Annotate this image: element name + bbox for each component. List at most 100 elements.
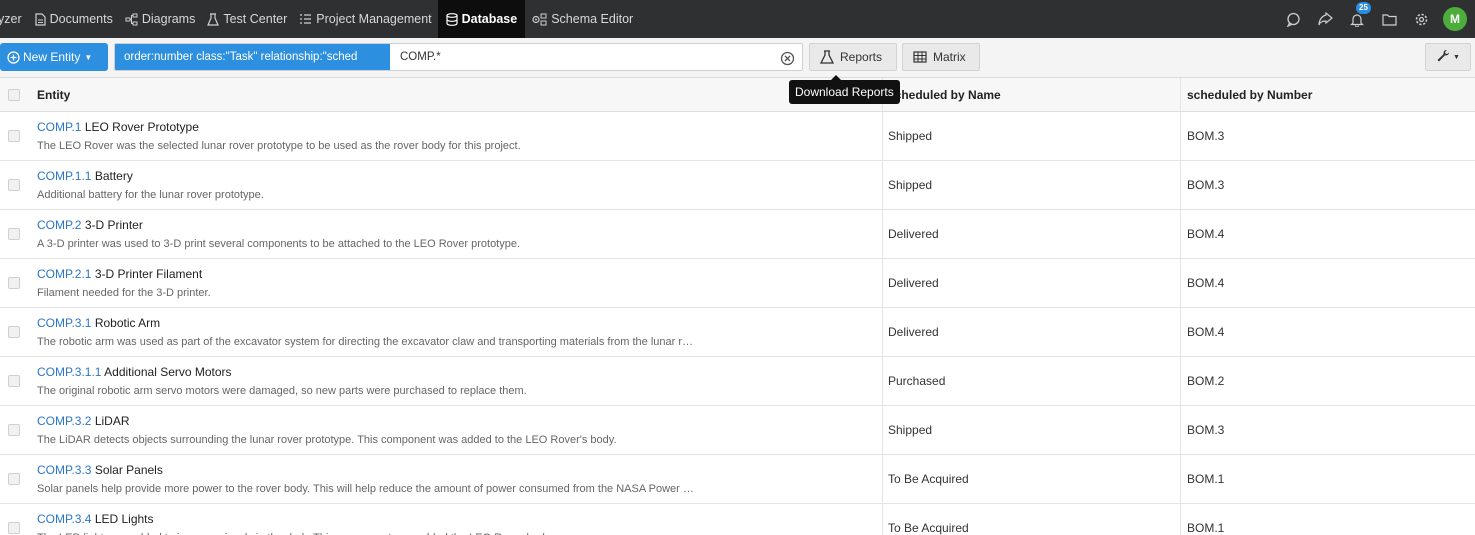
list-icon — [299, 13, 312, 25]
entity-title: COMP.1.1 Battery — [37, 169, 133, 183]
row-checkbox[interactable] — [0, 210, 28, 258]
entity-description: Filament needed for the 3-D printer. — [37, 287, 211, 299]
search-query-text: COMP.* — [400, 51, 441, 63]
entity-cell: COMP.1.1 Battery Additional battery for t… — [28, 161, 882, 209]
entity-id-link[interactable]: COMP.1 — [37, 120, 81, 134]
scheduled-by-number-cell: BOM.1 — [1180, 455, 1475, 503]
tab-schema-editor[interactable]: Schema Editor — [525, 0, 639, 38]
entity-cell: COMP.3.1.1 Additional Servo Motors The or… — [28, 357, 882, 405]
entity-id-link[interactable]: COMP.2 — [37, 218, 81, 232]
table-header: Entity scheduled by Name scheduled by Nu… — [0, 78, 1475, 112]
table-row[interactable]: COMP.3.3 Solar Panels Solar panels help p… — [0, 455, 1475, 504]
entity-title: COMP.2 3-D Printer — [37, 218, 143, 232]
entity-cell: COMP.2 3-D Printer A 3-D printer was used… — [28, 210, 882, 258]
scheduled-by-number-cell: BOM.4 — [1180, 308, 1475, 356]
entity-name: Robotic Arm — [94, 316, 161, 330]
entity-description: The original robotic arm servo motors we… — [37, 385, 527, 397]
caret-down-icon: ▼ — [1453, 53, 1460, 61]
scheduled-by-number-cell: BOM.4 — [1180, 210, 1475, 258]
table-row[interactable]: COMP.2 3-D Printer A 3-D printer was used… — [0, 210, 1475, 259]
scheduled-by-name-cell: Purchased — [882, 357, 1180, 405]
entity-id-link[interactable]: COMP.3.2 — [37, 414, 91, 428]
column-header-scheduled-by-number[interactable]: scheduled by Number — [1180, 78, 1475, 111]
row-checkbox[interactable] — [0, 308, 28, 356]
row-checkbox[interactable] — [0, 259, 28, 307]
settings-wrench-button[interactable]: ▼ — [1425, 43, 1471, 71]
matrix-button[interactable]: Matrix — [902, 43, 980, 71]
scheduled-by-name-cell: To Be Acquired — [882, 455, 1180, 503]
top-nav: yzer Documents Diagrams Test Center Proj… — [0, 0, 1475, 38]
table-row[interactable]: COMP.2.1 3-D Printer Filament Filament ne… — [0, 259, 1475, 308]
caret-down-icon: ▼ — [84, 52, 93, 62]
gear-icon[interactable] — [1405, 0, 1437, 38]
table-row[interactable]: COMP.3.1.1 Additional Servo Motors The or… — [0, 357, 1475, 406]
search-input[interactable]: order:number class:"Task" relationship:"… — [114, 43, 803, 71]
document-icon — [34, 12, 46, 26]
scheduled-by-name-cell: Delivered — [882, 308, 1180, 356]
entity-description: The robotic arm was used as part of the … — [37, 336, 694, 348]
select-all-checkbox[interactable] — [0, 78, 28, 111]
entity-title: COMP.3.1.1 Additional Servo Motors — [37, 365, 232, 379]
entity-id-link[interactable]: COMP.2.1 — [37, 267, 91, 281]
tab-test-center[interactable]: Test Center — [201, 0, 293, 38]
wrench-icon — [1436, 49, 1450, 66]
entity-name: 3-D Printer Filament — [94, 267, 203, 281]
table-grid-icon — [913, 51, 927, 63]
entity-description: Additional battery for the lunar rover p… — [37, 189, 264, 201]
row-checkbox[interactable] — [0, 455, 28, 503]
entity-name: LiDAR — [94, 414, 130, 428]
entity-cell: COMP.3.4 LED LightsThe LED lights are ad… — [28, 504, 882, 535]
bell-icon[interactable]: 25 — [1341, 0, 1373, 38]
scheduled-by-number-cell: BOM.4 — [1180, 259, 1475, 307]
entity-name: Additional Servo Motors — [104, 365, 232, 379]
avatar[interactable]: M — [1443, 7, 1467, 31]
share-icon[interactable] — [1309, 0, 1341, 38]
row-checkbox[interactable] — [0, 357, 28, 405]
entity-name: Battery — [94, 169, 133, 183]
entity-title: COMP.2.1 3-D Printer Filament — [37, 267, 202, 281]
table-row[interactable]: COMP.1 LEO Rover Prototype The LEO Rover … — [0, 112, 1475, 161]
entity-cell: COMP.1 LEO Rover Prototype The LEO Rover … — [28, 112, 882, 160]
table-row[interactable]: COMP.1.1 Battery Additional battery for t… — [0, 161, 1475, 210]
nav-right-icons: 25 M — [1277, 0, 1475, 38]
diagram-icon — [125, 13, 138, 26]
entity-id-link[interactable]: COMP.3.3 — [37, 463, 91, 477]
tab-analyzer[interactable]: yzer — [0, 0, 28, 38]
entity-id-link[interactable]: COMP.1.1 — [37, 169, 91, 183]
tab-documents[interactable]: Documents — [28, 0, 119, 38]
scheduled-by-number-cell: BOM.3 — [1180, 406, 1475, 454]
row-checkbox[interactable] — [0, 112, 28, 160]
row-checkbox[interactable] — [0, 161, 28, 209]
entity-description: The LiDAR detects objects surrounding th… — [37, 434, 617, 446]
scheduled-by-number-cell: BOM.3 — [1180, 161, 1475, 209]
column-header-entity[interactable]: Entity — [28, 78, 882, 111]
table-row[interactable]: COMP.3.1 Robotic Arm The robotic arm was … — [0, 308, 1475, 357]
scheduled-by-name-cell: Shipped — [882, 112, 1180, 160]
toolbar: New Entity ▼ order:number class:"Task" r… — [0, 38, 1475, 78]
entity-id-link[interactable]: COMP.3.1.1 — [37, 365, 101, 379]
table-row[interactable]: COMP.3.4 LED LightsThe LED lights are ad… — [0, 504, 1475, 535]
scheduled-by-name-cell: To Be Acquired — [882, 504, 1180, 535]
tab-diagrams[interactable]: Diagrams — [119, 0, 202, 38]
table-row[interactable]: COMP.3.2 LiDAR The LiDAR detects objects … — [0, 406, 1475, 455]
new-entity-button[interactable]: New Entity ▼ — [0, 43, 108, 71]
scheduled-by-number-cell: BOM.2 — [1180, 357, 1475, 405]
reports-button[interactable]: Reports — [809, 43, 897, 71]
entity-title: COMP.3.2 LiDAR — [37, 414, 130, 428]
folder-icon[interactable] — [1373, 0, 1405, 38]
entity-id-link[interactable]: COMP.3.1 — [37, 316, 91, 330]
entity-cell: COMP.3.2 LiDAR The LiDAR detects objects … — [28, 406, 882, 454]
tab-project-management[interactable]: Project Management — [293, 0, 437, 38]
scheduled-by-name-cell: Shipped — [882, 406, 1180, 454]
chat-icon[interactable] — [1277, 0, 1309, 38]
entity-title: COMP.1 LEO Rover Prototype — [37, 120, 199, 134]
row-checkbox[interactable] — [0, 406, 28, 454]
clear-search-icon[interactable] — [779, 50, 795, 66]
entity-name: Solar Panels — [94, 463, 163, 477]
entity-name: LED Lights — [94, 512, 154, 526]
column-header-scheduled-by-name[interactable]: scheduled by Name — [882, 78, 1180, 111]
tab-database[interactable]: Database — [437, 0, 526, 38]
row-checkbox[interactable] — [0, 504, 28, 535]
entity-cell: COMP.2.1 3-D Printer Filament Filament ne… — [28, 259, 882, 307]
entity-id-link[interactable]: COMP.3.4 — [37, 512, 91, 526]
